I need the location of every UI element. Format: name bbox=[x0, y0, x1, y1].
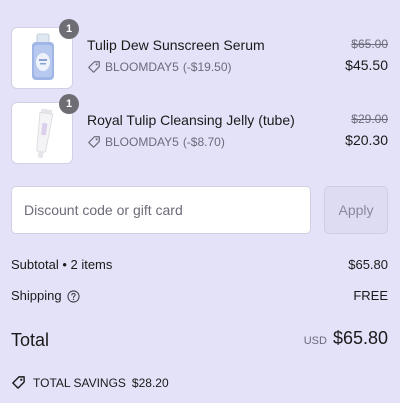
product-name: Tulip Dew Sunscreen Serum bbox=[87, 37, 265, 53]
discount-form: Apply bbox=[11, 186, 388, 234]
subtotal-value: $65.80 bbox=[348, 257, 388, 272]
compare-at-price: $65.00 bbox=[351, 37, 388, 51]
savings-label: TOTAL SAVINGS bbox=[33, 375, 126, 390]
shipping-value: FREE bbox=[353, 288, 388, 303]
applied-discount: BLOOMDAY5 (-$19.50) bbox=[87, 60, 232, 74]
discount-code: BLOOMDAY5 bbox=[105, 135, 179, 149]
product-thumbnail: 1 bbox=[11, 94, 79, 164]
line-item: 1 Royal Tulip Cleansing Jelly (tube) BLO… bbox=[11, 94, 388, 166]
product-name: Royal Tulip Cleansing Jelly (tube) bbox=[87, 112, 295, 128]
subtotal-row: Subtotal • 2 items $65.80 bbox=[11, 255, 388, 275]
discount-amount: (-$8.70) bbox=[182, 135, 225, 149]
discount-tag-icon bbox=[88, 136, 100, 148]
line-item: 1 Tulip Dew Sunscreen Serum BLOOMDAY5 (-… bbox=[11, 19, 388, 91]
savings-amount: $28.20 bbox=[131, 375, 169, 390]
shipping-label-group: Shipping bbox=[11, 286, 80, 306]
applied-discount: BLOOMDAY5 (-$8.70) bbox=[87, 135, 225, 149]
quantity-badge: 1 bbox=[59, 19, 79, 39]
currency-code: USD bbox=[303, 335, 327, 347]
discount-code: BLOOMDAY5 bbox=[105, 60, 179, 74]
total-amount: $65.80 bbox=[332, 328, 388, 348]
apply-button[interactable]: Apply bbox=[324, 186, 388, 234]
total-savings: TOTAL SAVINGS $28.20 bbox=[11, 375, 169, 390]
discount-code-input[interactable] bbox=[11, 186, 311, 234]
product-thumbnail: 1 bbox=[11, 19, 79, 89]
total-value-group: USD $65.80 bbox=[304, 328, 388, 349]
total-row: Total USD $65.80 bbox=[11, 328, 388, 354]
quantity-badge: 1 bbox=[59, 94, 79, 114]
shipping-row: Shipping FREE bbox=[11, 286, 388, 306]
compare-at-price: $29.00 bbox=[351, 112, 388, 126]
subtotal-label: Subtotal • 2 items bbox=[11, 257, 113, 272]
item-price: $20.30 bbox=[345, 132, 388, 148]
total-label: Total bbox=[11, 330, 50, 350]
help-icon[interactable] bbox=[67, 289, 80, 303]
discount-tag-icon bbox=[88, 61, 100, 73]
shipping-label: Shipping bbox=[11, 288, 62, 303]
savings-tag-icon bbox=[12, 376, 25, 389]
discount-amount: (-$19.50) bbox=[182, 60, 232, 74]
item-price: $45.50 bbox=[345, 57, 388, 73]
